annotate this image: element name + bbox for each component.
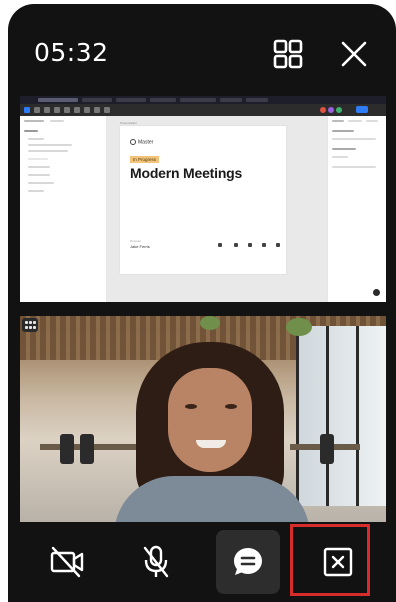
- office-chair: [60, 434, 74, 464]
- slide-icon: [276, 243, 280, 247]
- participant-video[interactable]: [20, 316, 386, 522]
- presenter-caption: Presenter: [130, 240, 141, 243]
- office-chair: [320, 434, 334, 464]
- hanging-plant: [200, 316, 220, 330]
- grid-view-button[interactable]: [272, 38, 304, 70]
- slide-title: Modern Meetings: [130, 165, 243, 181]
- microphone-toggle-button[interactable]: [124, 530, 188, 594]
- layers-panel: [20, 116, 107, 302]
- presenter-name: Jake Ferris: [130, 244, 150, 249]
- master-label: Master: [130, 139, 153, 145]
- participant-face: [168, 368, 252, 472]
- app-menu-icon[interactable]: [22, 318, 38, 332]
- properties-panel: [327, 116, 386, 302]
- shared-screen[interactable]: Presentation Master In Progress Modern M…: [20, 96, 386, 302]
- hanging-plant: [286, 318, 312, 336]
- slide-icon: [218, 243, 222, 247]
- close-button[interactable]: [338, 38, 370, 70]
- chat-icon: [234, 548, 262, 575]
- meeting-window: 05:32 Presentation Master In Progress Mo…: [8, 4, 396, 602]
- microphone-off-icon: [143, 545, 169, 578]
- share-button: [356, 106, 368, 113]
- help-button: [373, 289, 380, 296]
- grid-view-icon: [273, 39, 303, 69]
- slide-icon: [262, 243, 266, 247]
- participant-eye: [225, 404, 237, 409]
- chat-button[interactable]: [216, 530, 280, 594]
- slide-frame: Master In Progress Modern Meetings Prese…: [120, 126, 286, 274]
- status-badge: In Progress: [130, 156, 160, 163]
- slide-icon: [248, 243, 252, 247]
- top-bar: 05:32: [8, 4, 396, 100]
- office-window: [296, 326, 386, 506]
- slide-icon: [234, 243, 238, 247]
- call-timer: 05:32: [34, 38, 109, 67]
- app-toolbar: [20, 104, 386, 116]
- component-icon: [130, 139, 136, 145]
- presenter-block: Presenter Jake Ferris: [130, 240, 150, 249]
- camera-toggle-button[interactable]: [36, 530, 100, 594]
- participant-smile: [196, 440, 226, 448]
- highlight-outline: [290, 524, 370, 596]
- participant-eye: [185, 404, 197, 409]
- office-chair: [80, 434, 94, 464]
- frame-name-label: Presentation: [120, 121, 137, 125]
- app-tab-bar: [20, 96, 386, 104]
- camera-off-icon: [50, 546, 84, 578]
- close-icon: [341, 41, 367, 67]
